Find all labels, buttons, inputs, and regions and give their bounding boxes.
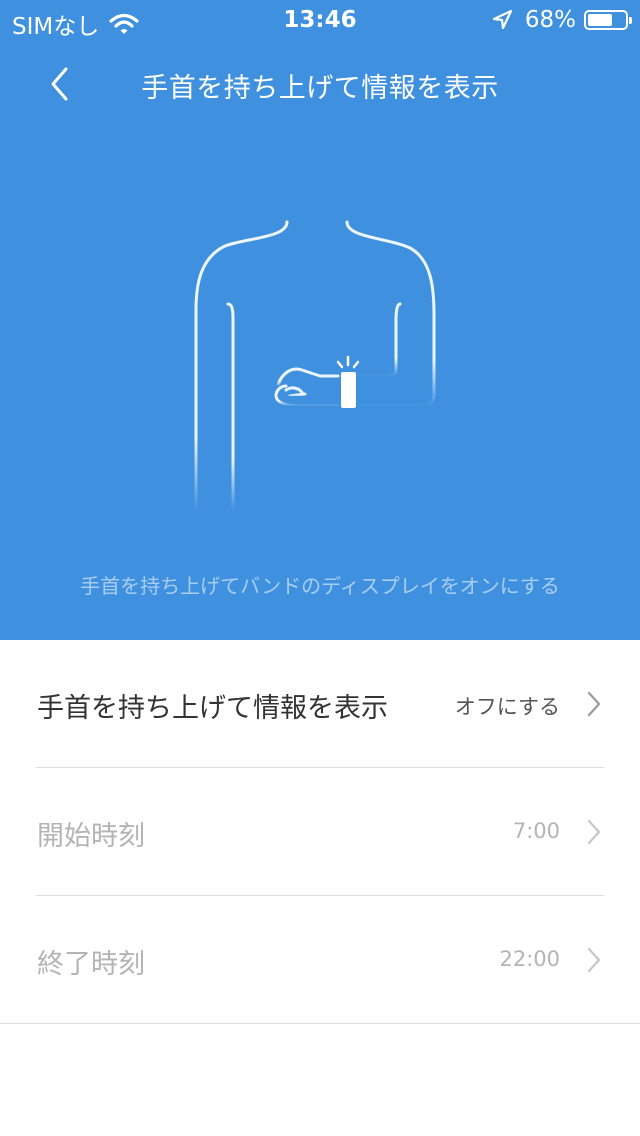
location-arrow-icon xyxy=(491,9,513,31)
battery-fill xyxy=(588,14,612,26)
nav-bar: 手首を持ち上げて情報を表示 xyxy=(0,52,640,116)
end-time-row[interactable]: 終了時刻 22:00 xyxy=(0,896,640,1024)
chevron-right-icon xyxy=(587,819,601,845)
divider xyxy=(0,1023,640,1024)
settings-list: 手首を持ち上げて情報を表示 オフにする 開始時刻 7:00 終了時刻 22:00 xyxy=(0,640,640,1024)
end-time-label: 終了時刻 xyxy=(37,949,145,980)
start-time-label: 開始時刻 xyxy=(37,821,145,852)
status-right: 68% xyxy=(491,7,632,33)
chevron-right-icon xyxy=(587,947,601,973)
raise-to-wake-label: 手首を持ち上げて情報を表示 xyxy=(37,693,388,724)
battery-cap xyxy=(629,17,632,24)
battery-percent: 68% xyxy=(524,7,576,33)
hero-banner: SIMなし 13:46 68% 手首を持ち上げて情報を表示 手首を持ち上げてバン… xyxy=(0,0,640,640)
start-time-value: 7:00 xyxy=(512,819,560,843)
raise-to-wake-row[interactable]: 手首を持ち上げて情報を表示 オフにする xyxy=(0,640,640,768)
page-title: 手首を持ち上げて情報を表示 xyxy=(141,73,499,104)
status-bar: SIMなし 13:46 68% xyxy=(0,0,640,40)
raise-to-wake-value: オフにする xyxy=(454,695,560,719)
wrist-raise-illustration xyxy=(0,200,640,530)
start-time-row[interactable]: 開始時刻 7:00 xyxy=(0,768,640,896)
hero-caption: 手首を持ち上げてバンドのディスプレイをオンにする xyxy=(80,574,560,598)
person-raising-wrist-icon xyxy=(194,220,436,512)
end-time-value: 22:00 xyxy=(499,947,560,971)
battery-icon xyxy=(584,10,632,30)
chevron-right-icon xyxy=(587,691,601,717)
